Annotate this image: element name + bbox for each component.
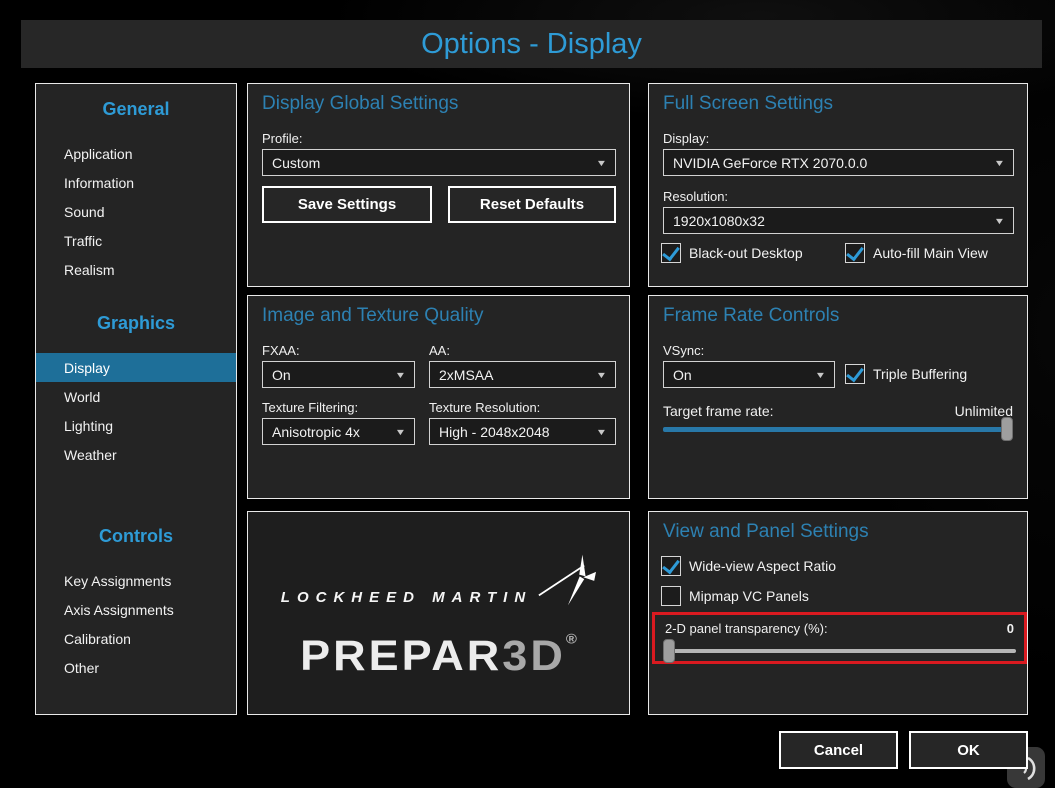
panel-transparency-value: 0	[1007, 621, 1014, 636]
panel-title: View and Panel Settings	[663, 521, 869, 543]
resolution-label: Resolution:	[663, 189, 728, 204]
sidebar: General Application Information Sound Tr…	[35, 83, 237, 715]
sidebar-heading-controls: Controls	[36, 523, 236, 549]
chevron-down-icon: ▼	[815, 370, 827, 380]
mipmap-vc-panels-label: Mipmap VC Panels	[689, 586, 809, 606]
slider-thumb[interactable]	[1001, 417, 1013, 441]
triple-buffering-label: Triple Buffering	[873, 364, 967, 384]
resolution-dropdown[interactable]: 1920x1080x32 ▼	[663, 207, 1014, 234]
page-title: Options - Display	[421, 28, 642, 61]
save-settings-button[interactable]: Save Settings	[262, 186, 432, 223]
display-label: Display:	[663, 131, 709, 146]
sidebar-item-traffic[interactable]: Traffic	[36, 226, 236, 255]
panel-title: Display Global Settings	[262, 93, 458, 115]
chevron-down-icon: ▼	[994, 158, 1006, 168]
wide-view-aspect-ratio-label: Wide-view Aspect Ratio	[689, 556, 836, 576]
ok-button[interactable]: OK	[909, 731, 1028, 769]
texture-filtering-dropdown[interactable]: Anisotropic 4x ▼	[262, 418, 415, 445]
blackout-desktop-checkbox[interactable]	[661, 243, 681, 263]
lockheed-star-icon	[538, 554, 596, 606]
chevron-down-icon: ▼	[596, 370, 608, 380]
texture-filtering-label: Texture Filtering:	[262, 400, 358, 415]
display-dropdown-value: NVIDIA GeForce RTX 2070.0.0	[673, 155, 867, 171]
resolution-dropdown-value: 1920x1080x32	[673, 213, 765, 229]
vsync-dropdown-value: On	[673, 367, 692, 383]
panel-display-global-settings: Display Global Settings Profile: Custom …	[247, 83, 630, 287]
prepar3d-wordmark-suffix: 3D	[502, 631, 566, 679]
wide-view-aspect-ratio-checkbox[interactable]	[661, 556, 681, 576]
sidebar-item-information[interactable]: Information	[36, 168, 236, 197]
triple-buffering-checkbox[interactable]	[845, 364, 865, 384]
aa-dropdown-value: 2xMSAA	[439, 367, 493, 383]
display-dropdown[interactable]: NVIDIA GeForce RTX 2070.0.0 ▼	[663, 149, 1014, 176]
sidebar-item-axis-assignments[interactable]: Axis Assignments	[36, 595, 236, 624]
annotation-highlight-box: 2-D panel transparency (%): 0	[652, 612, 1027, 664]
vsync-label: VSync:	[663, 343, 704, 358]
panel-title: Image and Texture Quality	[262, 305, 483, 327]
lockheed-martin-wordmark: LOCKHEED MARTIN	[281, 589, 532, 606]
panel-image-texture-quality: Image and Texture Quality FXAA: AA: On ▼…	[247, 295, 630, 499]
profile-dropdown[interactable]: Custom ▼	[262, 149, 616, 176]
title-bar: Options - Display	[21, 20, 1042, 68]
texture-filtering-dropdown-value: Anisotropic 4x	[272, 424, 360, 440]
sidebar-heading-general: General	[36, 96, 236, 122]
chevron-down-icon: ▼	[596, 158, 608, 168]
sidebar-item-realism[interactable]: Realism	[36, 255, 236, 284]
sidebar-item-display[interactable]: Display	[36, 353, 236, 382]
chevron-down-icon: ▼	[596, 427, 608, 437]
vsync-dropdown[interactable]: On ▼	[663, 361, 835, 388]
target-frame-rate-slider[interactable]	[663, 417, 1013, 441]
autofill-main-view-label: Auto-fill Main View	[873, 243, 988, 263]
lockheed-martin-logo: LOCKHEED MARTIN	[281, 554, 596, 606]
slider-thumb[interactable]	[663, 639, 675, 663]
sidebar-item-lighting[interactable]: Lighting	[36, 411, 236, 440]
sidebar-item-application[interactable]: Application	[36, 139, 236, 168]
panel-title: Full Screen Settings	[663, 93, 833, 115]
screen: Options - Display General Application In…	[0, 0, 1055, 788]
aa-dropdown[interactable]: 2xMSAA ▼	[429, 361, 616, 388]
autofill-main-view-checkbox[interactable]	[845, 243, 865, 263]
fxaa-label: FXAA:	[262, 343, 300, 358]
texture-resolution-dropdown-value: High - 2048x2048	[439, 424, 550, 440]
registered-trademark-symbol: ®	[566, 631, 577, 647]
texture-resolution-label: Texture Resolution:	[429, 400, 540, 415]
panel-view-panel-settings: View and Panel Settings Wide-view Aspect…	[648, 511, 1028, 715]
fxaa-dropdown-value: On	[272, 367, 291, 383]
sidebar-item-other[interactable]: Other	[36, 653, 236, 682]
mipmap-vc-panels-checkbox[interactable]	[661, 586, 681, 606]
aa-label: AA:	[429, 343, 450, 358]
reset-defaults-button[interactable]: Reset Defaults	[448, 186, 616, 223]
chevron-down-icon: ▼	[395, 427, 407, 437]
sidebar-heading-graphics: Graphics	[36, 310, 236, 336]
sidebar-item-sound[interactable]: Sound	[36, 197, 236, 226]
texture-resolution-dropdown[interactable]: High - 2048x2048 ▼	[429, 418, 616, 445]
sidebar-item-world[interactable]: World	[36, 382, 236, 411]
cancel-button[interactable]: Cancel	[779, 731, 898, 769]
panel-brand-logo: LOCKHEED MARTIN PREPAR3D®	[247, 511, 630, 715]
prepar3d-wordmark-prefix: PREPAR	[300, 631, 502, 679]
panel-full-screen-settings: Full Screen Settings Display: NVIDIA GeF…	[648, 83, 1028, 287]
prepar3d-wordmark: PREPAR3D®	[300, 631, 577, 680]
slider-track[interactable]	[663, 649, 1016, 653]
panel-title: Frame Rate Controls	[663, 305, 839, 327]
chevron-down-icon: ▼	[994, 216, 1006, 226]
chevron-down-icon: ▼	[395, 370, 407, 380]
profile-dropdown-value: Custom	[272, 155, 320, 171]
panel-transparency-label: 2-D panel transparency (%):	[665, 621, 828, 636]
fxaa-dropdown[interactable]: On ▼	[262, 361, 415, 388]
blackout-desktop-label: Black-out Desktop	[689, 243, 803, 263]
sidebar-item-calibration[interactable]: Calibration	[36, 624, 236, 653]
panel-transparency-slider[interactable]	[663, 639, 1016, 663]
sidebar-item-weather[interactable]: Weather	[36, 440, 236, 469]
profile-label: Profile:	[262, 131, 302, 146]
panel-frame-rate-controls: Frame Rate Controls VSync: On ▼ Triple B…	[648, 295, 1028, 499]
slider-track[interactable]	[663, 427, 1013, 432]
sidebar-item-key-assignments[interactable]: Key Assignments	[36, 566, 236, 595]
